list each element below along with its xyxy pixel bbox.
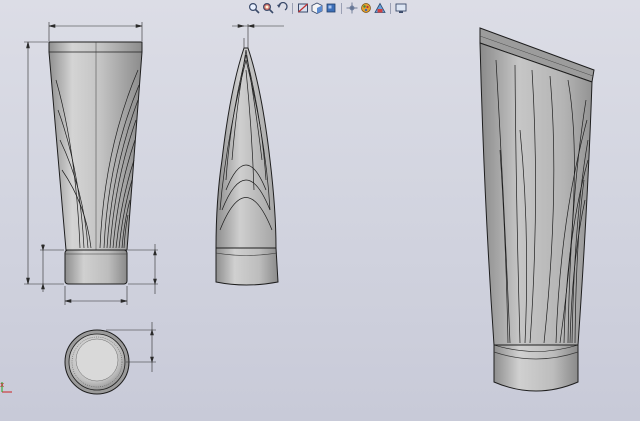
triad-x-axis-label: x (0, 381, 5, 389)
model-drawing-canvas (1, 22, 595, 395)
side-view-dimensions (232, 24, 284, 48)
graphics-area[interactable]: x (0, 0, 640, 421)
isometric-view[interactable] (479, 27, 595, 392)
isometric-view-tube-body (479, 42, 593, 346)
front-view[interactable] (48, 41, 143, 285)
isometric-view-cap (493, 344, 579, 392)
side-view[interactable] (215, 47, 279, 286)
bottom-view[interactable] (64, 329, 130, 395)
side-view-cap (215, 247, 279, 286)
bottom-view-cap-face (75, 338, 119, 382)
front-view-cap (64, 249, 128, 285)
